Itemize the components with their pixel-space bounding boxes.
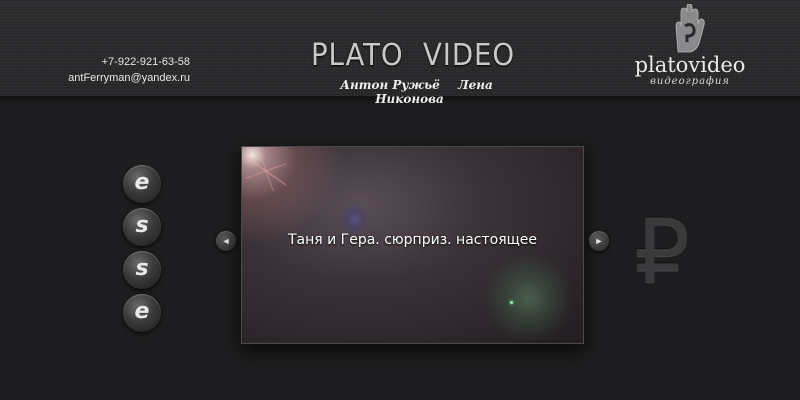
social-e-button[interactable]: e (123, 294, 161, 332)
hand-icon (675, 4, 705, 53)
logo[interactable]: platovideo видеография (630, 2, 750, 92)
video-caption: Таня и Гера. сюрприз. настоящее (287, 232, 538, 248)
phone-number: +7-922-921-63-58 (101, 56, 190, 68)
social-e-button[interactable]: e (123, 165, 161, 203)
social-s-button[interactable]: s (123, 208, 161, 246)
author-name: Антон Ружьё (340, 78, 440, 92)
next-arrow-icon[interactable]: ► (589, 231, 609, 251)
ruble-icon[interactable]: ₽ (634, 208, 690, 296)
header: +7-922-921-63-58 antFerryman@yandex.ru P… (0, 0, 800, 106)
social-s-button[interactable]: s (123, 251, 161, 289)
logo-subtitle: видеография (650, 76, 730, 87)
lens-flare (246, 151, 286, 191)
prev-arrow-icon[interactable]: ◄ (216, 231, 236, 251)
contacts: +7-922-921-63-58 antFerryman@yandex.ru (40, 54, 190, 86)
light-spot (510, 301, 513, 304)
site-title: PLATO VIDEO (310, 38, 516, 73)
logo-name: platovideo (634, 53, 746, 77)
email-address[interactable]: antFerryman@yandex.ru (40, 70, 190, 86)
social-buttons: e s s e (123, 165, 163, 337)
authors: Антон Ружьё Лена Никонова (300, 78, 526, 106)
video-player[interactable]: Таня и Гера. сюрприз. настоящее (241, 146, 584, 344)
